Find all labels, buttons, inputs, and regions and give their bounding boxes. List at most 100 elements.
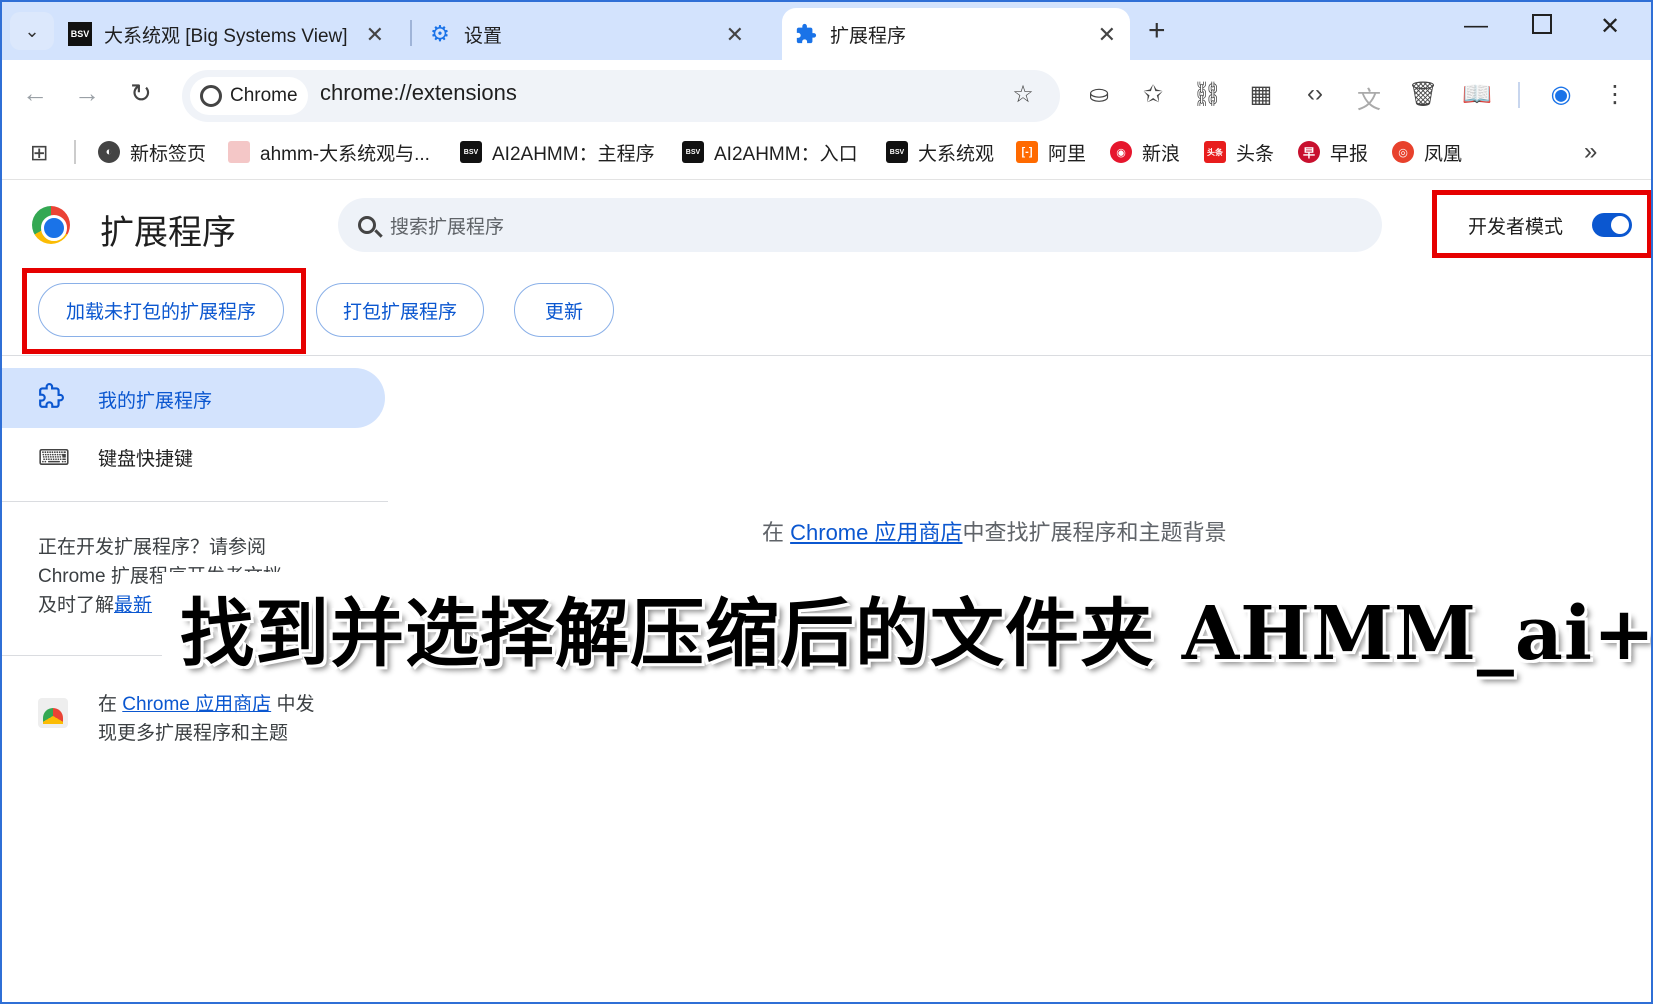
bookmark-item[interactable]: 头条 头条 xyxy=(1204,138,1274,166)
bookmark-item[interactable]: ahmm-大系统观与... xyxy=(228,138,430,166)
weibo-icon: ◉ xyxy=(1110,141,1132,163)
new-tab-button[interactable]: + xyxy=(1148,14,1166,48)
back-button[interactable]: ← xyxy=(22,78,48,109)
tab-search-dropdown-button[interactable]: ⌄ xyxy=(10,12,54,50)
more-bookmarks-icon[interactable]: » xyxy=(1584,138,1597,166)
bookmark-label: AI2AHMM：入口 xyxy=(714,143,858,165)
globe-icon: ◐ xyxy=(98,141,120,163)
puzzle-icon xyxy=(38,383,68,415)
bsv-icon: BSV xyxy=(460,141,482,163)
tab-title: 扩展程序 xyxy=(830,25,907,47)
bookmark-item[interactable]: ◉ 新浪 xyxy=(1110,138,1180,166)
bookmark-item[interactable]: BSV AI2AHMM：主程序 xyxy=(460,138,655,166)
trash-icon[interactable]: 🗑 xyxy=(1408,80,1438,109)
bookmark-item[interactable]: BSV AI2AHMM：入口 xyxy=(682,138,858,166)
bookmark-item[interactable]: BSV 大系统观 xyxy=(886,138,994,166)
bookmark-label: ahmm-大系统观与... xyxy=(260,143,430,165)
tab-separator xyxy=(410,20,412,46)
ifeng-icon: ◎ xyxy=(1392,141,1414,163)
store-promo-suffix: 中发 xyxy=(276,694,315,715)
dev-note-line1: 正在开发扩展程序？请参阅 xyxy=(38,537,267,558)
dev-mode-toggle[interactable] xyxy=(1592,213,1632,237)
search-icon xyxy=(358,216,376,234)
tab-title: 大系统观 [Big Systems View] xyxy=(104,25,348,47)
tab-extensions[interactable]: 扩展程序 ✕ xyxy=(782,8,1130,60)
bookmark-item[interactable]: ◎ 凤凰 xyxy=(1392,138,1462,166)
bsv-icon: BSV xyxy=(886,141,908,163)
bookmark-label: 早报 xyxy=(1330,143,1369,165)
chrome-logo-icon xyxy=(32,206,70,244)
apps-grid-icon[interactable]: ⊞ xyxy=(30,140,48,166)
store-promo-line1: 在 Chrome 应用商店 中发 xyxy=(98,689,314,716)
close-icon[interactable]: ✕ xyxy=(1098,22,1116,48)
dev-note-prefix: 及时了解 xyxy=(38,595,115,616)
url-text[interactable]: chrome://extensions xyxy=(320,80,517,106)
bookmark-item[interactable]: ◐ 新标签页 xyxy=(98,138,206,166)
bookmark-item[interactable]: 早早报 xyxy=(1298,138,1368,166)
latest-link[interactable]: 最新 xyxy=(114,595,152,616)
ali-icon: [-] xyxy=(1016,141,1038,163)
tab-title: 设置 xyxy=(464,25,503,47)
bookmarks-divider xyxy=(74,140,76,164)
incognito-icon[interactable]: ⛀ xyxy=(1084,80,1114,109)
toutiao-icon: 头条 xyxy=(1204,141,1226,163)
bookmark-label: 大系统观 xyxy=(918,143,995,165)
store-promo-prefix: 在 xyxy=(98,694,118,715)
profile-icon[interactable]: ◉ xyxy=(1546,80,1576,109)
link-icon[interactable]: ⛓ xyxy=(1192,80,1222,109)
empty-state-suffix: 中查找扩展程序和主题背景 xyxy=(962,520,1227,545)
dev-note-line3: 及时了解最新 xyxy=(38,590,152,617)
empty-state-prefix: 在 xyxy=(762,520,791,545)
overlay-caption: 找到并选择解压缩后的文件夹 AHMM_ai+ xyxy=(180,591,1653,677)
sidebar-item-label: 我的扩展程序 xyxy=(98,390,213,412)
search-placeholder: 搜索扩展程序 xyxy=(390,216,505,238)
maximize-button[interactable] xyxy=(1532,14,1552,34)
chip-label: Chrome xyxy=(230,85,298,106)
tab-settings[interactable]: ⚙ 设置 ✕ xyxy=(428,8,758,60)
search-extensions-input[interactable]: 搜索扩展程序 xyxy=(338,198,1382,252)
gear-icon: ⚙ xyxy=(430,21,450,46)
bookmark-label: 头条 xyxy=(1236,143,1275,165)
divider xyxy=(0,501,388,502)
bsv-icon: BSV xyxy=(682,141,704,163)
web-store-link[interactable]: Chrome 应用商店 xyxy=(790,520,962,545)
forward-button[interactable]: → xyxy=(74,78,100,109)
load-unpacked-button[interactable]: 加载未打包的扩展程序 xyxy=(38,283,284,337)
translate-icon[interactable]: 文 xyxy=(1354,80,1384,115)
arrow-left-icon: ← xyxy=(22,78,48,108)
layout-icon[interactable]: ▦ xyxy=(1246,80,1276,109)
reload-button[interactable]: ↻ xyxy=(130,78,152,109)
update-button[interactable]: 更新 xyxy=(514,283,614,337)
bookmark-label: 新浪 xyxy=(1142,143,1181,165)
chrome-icon xyxy=(200,85,222,107)
chevron-down-icon: ⌄ xyxy=(24,20,40,41)
web-store-icon xyxy=(38,698,68,728)
sidebar-item-my-extensions-row[interactable]: 我的扩展程序 xyxy=(38,383,212,415)
web-store-link[interactable]: Chrome 应用商店 xyxy=(122,694,271,715)
close-window-button[interactable]: ✕ xyxy=(1600,12,1620,41)
store-promo-line2: 现更多扩展程序和主题 xyxy=(98,723,289,744)
address-bar[interactable] xyxy=(182,70,1060,122)
star-icon[interactable]: ☆ xyxy=(1008,80,1038,109)
menu-icon[interactable]: ⋮ xyxy=(1600,80,1630,109)
bookmark-label: 新标签页 xyxy=(130,143,207,165)
code-icon[interactable]: ‹› xyxy=(1300,80,1330,108)
tab-big-systems-view[interactable]: BSV 大系统观 [Big Systems View] ✕ xyxy=(68,8,398,60)
zaobao-icon: 早 xyxy=(1298,141,1320,163)
sidebar-item-label: 键盘快捷键 xyxy=(98,449,194,470)
page-title: 扩展程序 xyxy=(100,214,236,252)
bookmark-item[interactable]: [-] 阿里 xyxy=(1016,138,1086,166)
site-info-chip[interactable]: Chrome xyxy=(190,77,308,115)
divider xyxy=(0,355,1653,356)
sidebar-item-shortcuts[interactable]: ⌨ 键盘快捷键 xyxy=(38,444,193,471)
minimize-button[interactable]: — xyxy=(1464,12,1488,40)
close-icon[interactable]: ✕ xyxy=(726,22,744,48)
close-icon[interactable]: ✕ xyxy=(366,22,384,48)
puzzle-icon xyxy=(794,22,818,46)
pack-extension-button[interactable]: 打包扩展程序 xyxy=(316,283,484,337)
bookmark-favicon xyxy=(228,141,250,163)
reload-icon: ↻ xyxy=(130,78,152,108)
dev-mode-label: 开发者模式 xyxy=(1468,217,1564,238)
bookmark-star-icon[interactable]: ✩ xyxy=(1138,80,1168,109)
reading-mode-icon[interactable]: 📖 xyxy=(1462,80,1492,109)
